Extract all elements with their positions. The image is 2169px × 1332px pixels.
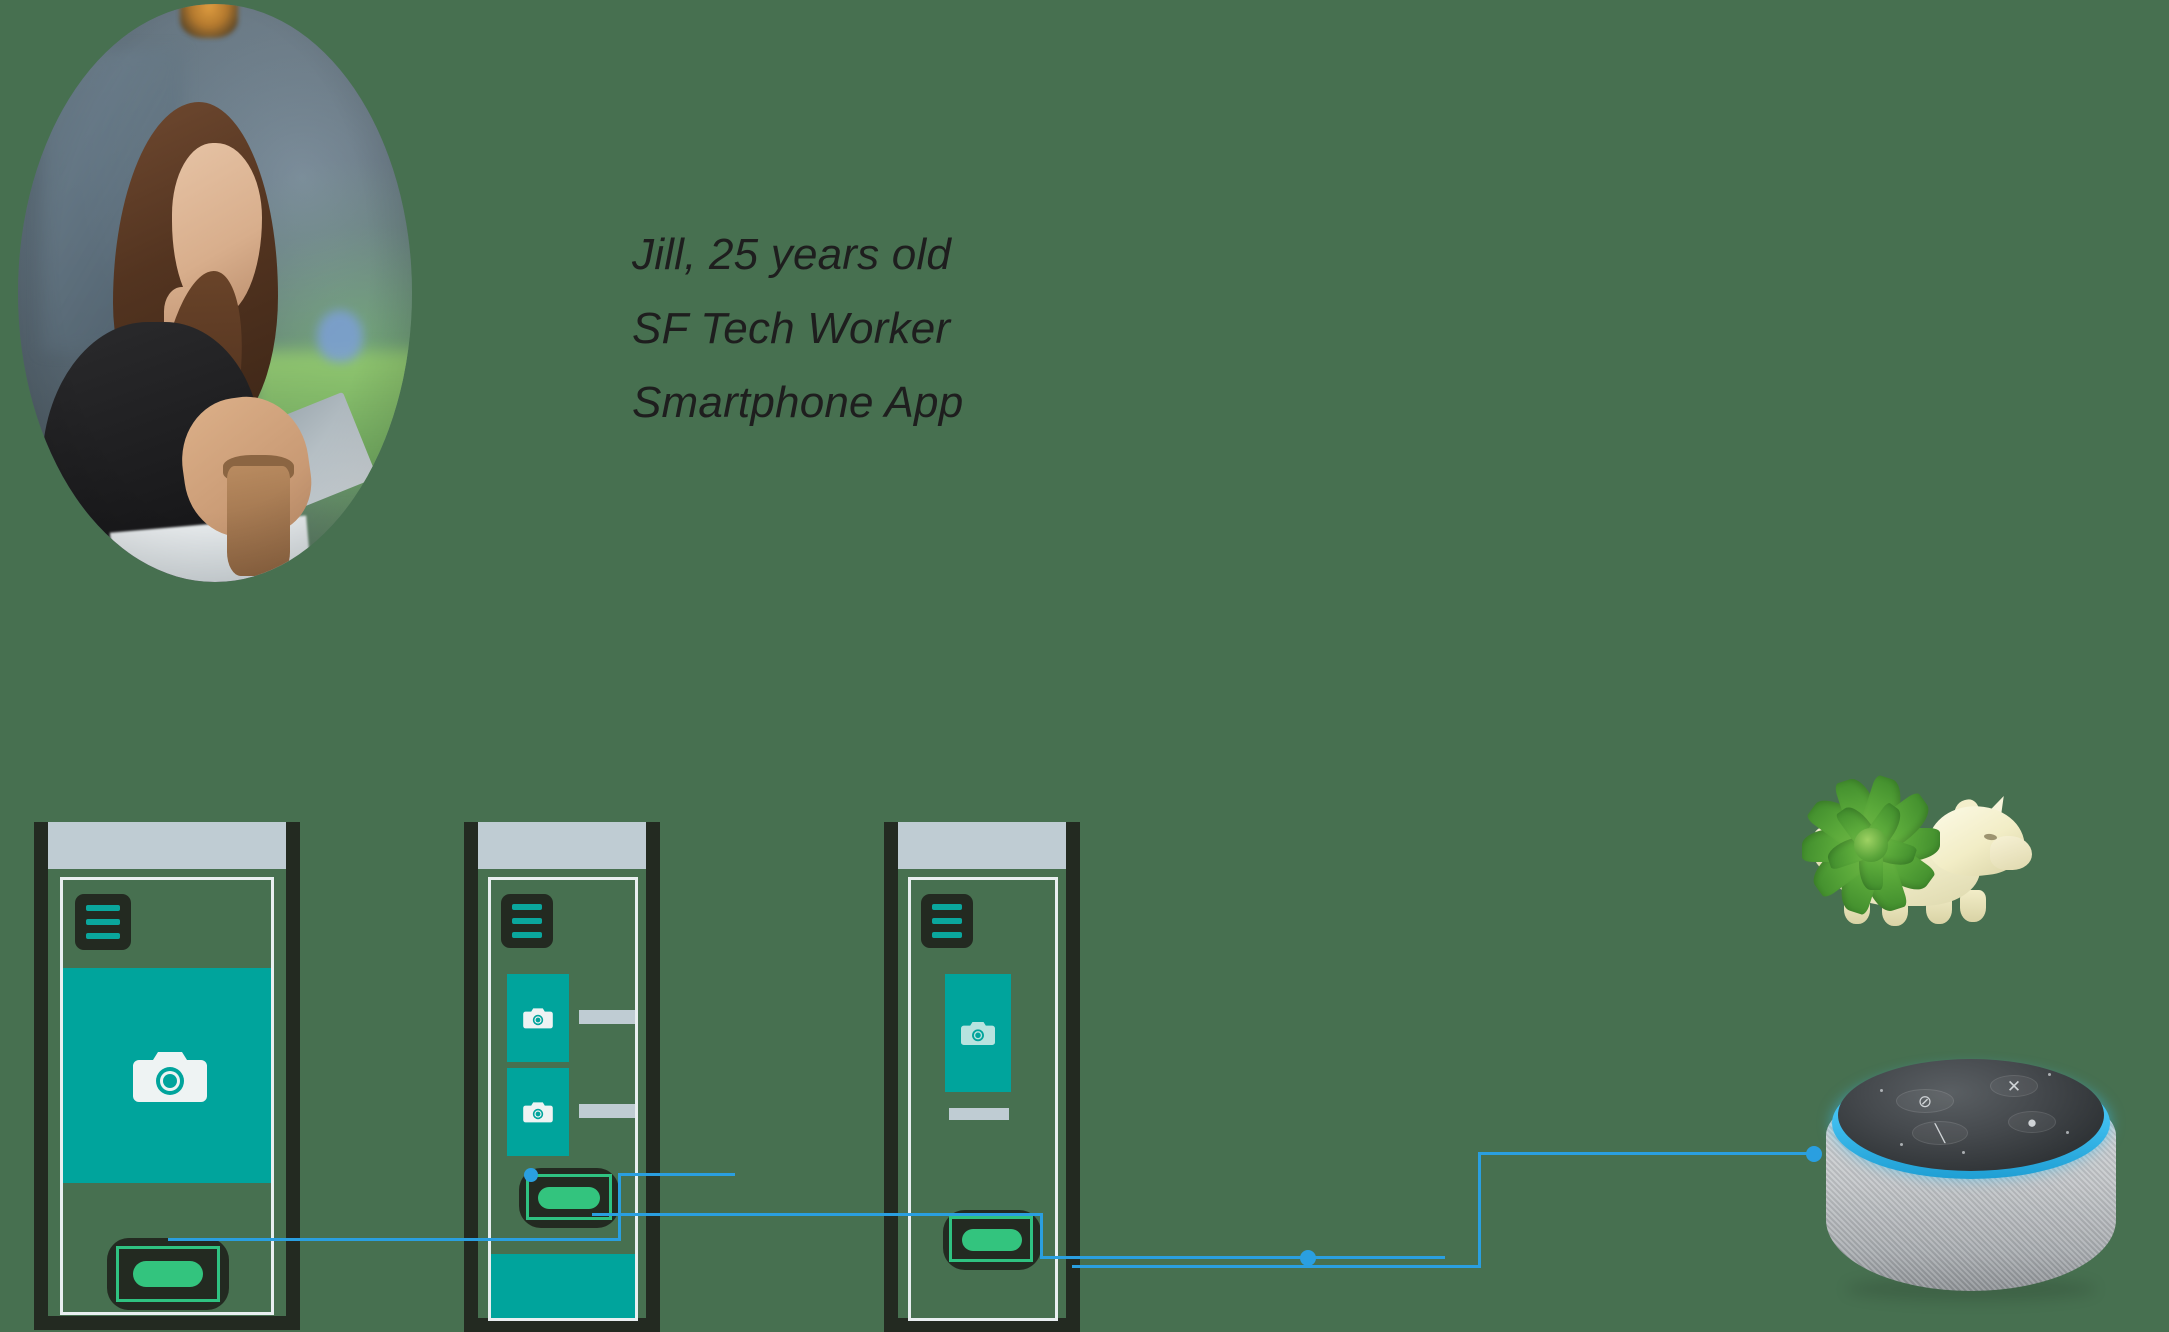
mic-mute-icon[interactable]: ⊘ bbox=[1896, 1089, 1954, 1113]
phone-mockup-step-1 bbox=[34, 822, 300, 1330]
phone-screen bbox=[908, 877, 1058, 1321]
unicorn-snout bbox=[1990, 836, 2032, 870]
detail-caption-bar bbox=[949, 1108, 1009, 1120]
hamburger-menu-icon[interactable] bbox=[501, 894, 553, 948]
echo-dot-speaker[interactable]: ⊘ ✕ ● ╲ bbox=[1826, 1045, 2116, 1332]
echo-microphone-pinhole bbox=[2066, 1131, 2069, 1134]
hamburger-menu-icon[interactable] bbox=[75, 894, 131, 950]
connector-2-endpoint-dot bbox=[1300, 1250, 1316, 1266]
succulent-plant bbox=[1778, 774, 1964, 916]
connector-1-segment-vertical bbox=[618, 1173, 621, 1241]
camera-icon bbox=[961, 1021, 995, 1045]
detail-image-panel[interactable] bbox=[945, 974, 1011, 1092]
list-item-thumbnail-1[interactable] bbox=[507, 974, 569, 1062]
echo-microphone-pinhole bbox=[2048, 1073, 2051, 1076]
succulent-center bbox=[1854, 828, 1888, 862]
echo-microphone-pinhole bbox=[1962, 1151, 1965, 1154]
connector-2-segment-horizontal-upper bbox=[592, 1213, 1042, 1216]
echo-microphone-pinhole bbox=[1880, 1089, 1883, 1092]
connector-3-segment-horizontal-lower bbox=[1072, 1265, 1480, 1268]
diagram-canvas: Jill, 25 years old SF Tech Worker Smartp… bbox=[0, 0, 2169, 1332]
primary-action-pill bbox=[538, 1187, 600, 1209]
volume-up-icon[interactable]: ✕ bbox=[1990, 1075, 2038, 1097]
connector-2-segment-vertical bbox=[1040, 1213, 1043, 1257]
list-item-thumbnail-2[interactable] bbox=[507, 1068, 569, 1156]
connector-1-segment-horizontal-lower bbox=[168, 1238, 620, 1241]
photo-vignette bbox=[18, 4, 412, 582]
camera-capture-panel[interactable] bbox=[63, 968, 271, 1183]
phone-screen bbox=[488, 877, 638, 1321]
primary-action-button-step-3[interactable] bbox=[943, 1210, 1041, 1270]
connector-3-segment-vertical bbox=[1478, 1152, 1481, 1268]
persona-avatar bbox=[18, 4, 412, 582]
connector-2-segment-horizontal-lower bbox=[1040, 1256, 1445, 1259]
persona-caption-line-3: Smartphone App bbox=[632, 378, 964, 427]
camera-icon bbox=[523, 1102, 553, 1123]
connector-3-segment-horizontal-upper bbox=[1478, 1152, 1816, 1155]
primary-action-pill bbox=[962, 1229, 1022, 1251]
persona-caption: Jill, 25 years old SF Tech Worker Smartp… bbox=[632, 218, 963, 440]
primary-action-button-step-1[interactable] bbox=[107, 1238, 229, 1310]
phone-status-bar bbox=[478, 822, 646, 869]
action-button-icon[interactable]: ● bbox=[2008, 1111, 2056, 1133]
unicorn-succulent-planter bbox=[1778, 774, 2068, 928]
phone-status-bar bbox=[48, 822, 286, 869]
connector-1-endpoint-dot bbox=[524, 1168, 538, 1182]
list-item-label-2 bbox=[579, 1104, 635, 1118]
phone-mockup-step-2 bbox=[464, 822, 660, 1332]
volume-down-icon[interactable]: ╲ bbox=[1912, 1121, 1968, 1145]
connector-3-endpoint-dot bbox=[1806, 1146, 1822, 1162]
camera-icon bbox=[523, 1008, 553, 1029]
echo-top-surface: ⊘ ✕ ● ╲ bbox=[1838, 1059, 2104, 1171]
phone-screen bbox=[60, 877, 274, 1315]
primary-action-pill bbox=[133, 1261, 203, 1287]
connector-1-segment-horizontal-upper bbox=[618, 1173, 735, 1176]
persona-caption-line-2: SF Tech Worker bbox=[632, 304, 951, 353]
camera-icon bbox=[133, 1051, 207, 1102]
echo-microphone-pinhole bbox=[1900, 1143, 1903, 1146]
bottom-teal-bar bbox=[491, 1254, 635, 1318]
persona-caption-line-1: Jill, 25 years old bbox=[632, 230, 952, 279]
hamburger-menu-icon[interactable] bbox=[921, 894, 973, 948]
list-item-label-1 bbox=[579, 1010, 635, 1024]
phone-status-bar bbox=[898, 822, 1066, 869]
